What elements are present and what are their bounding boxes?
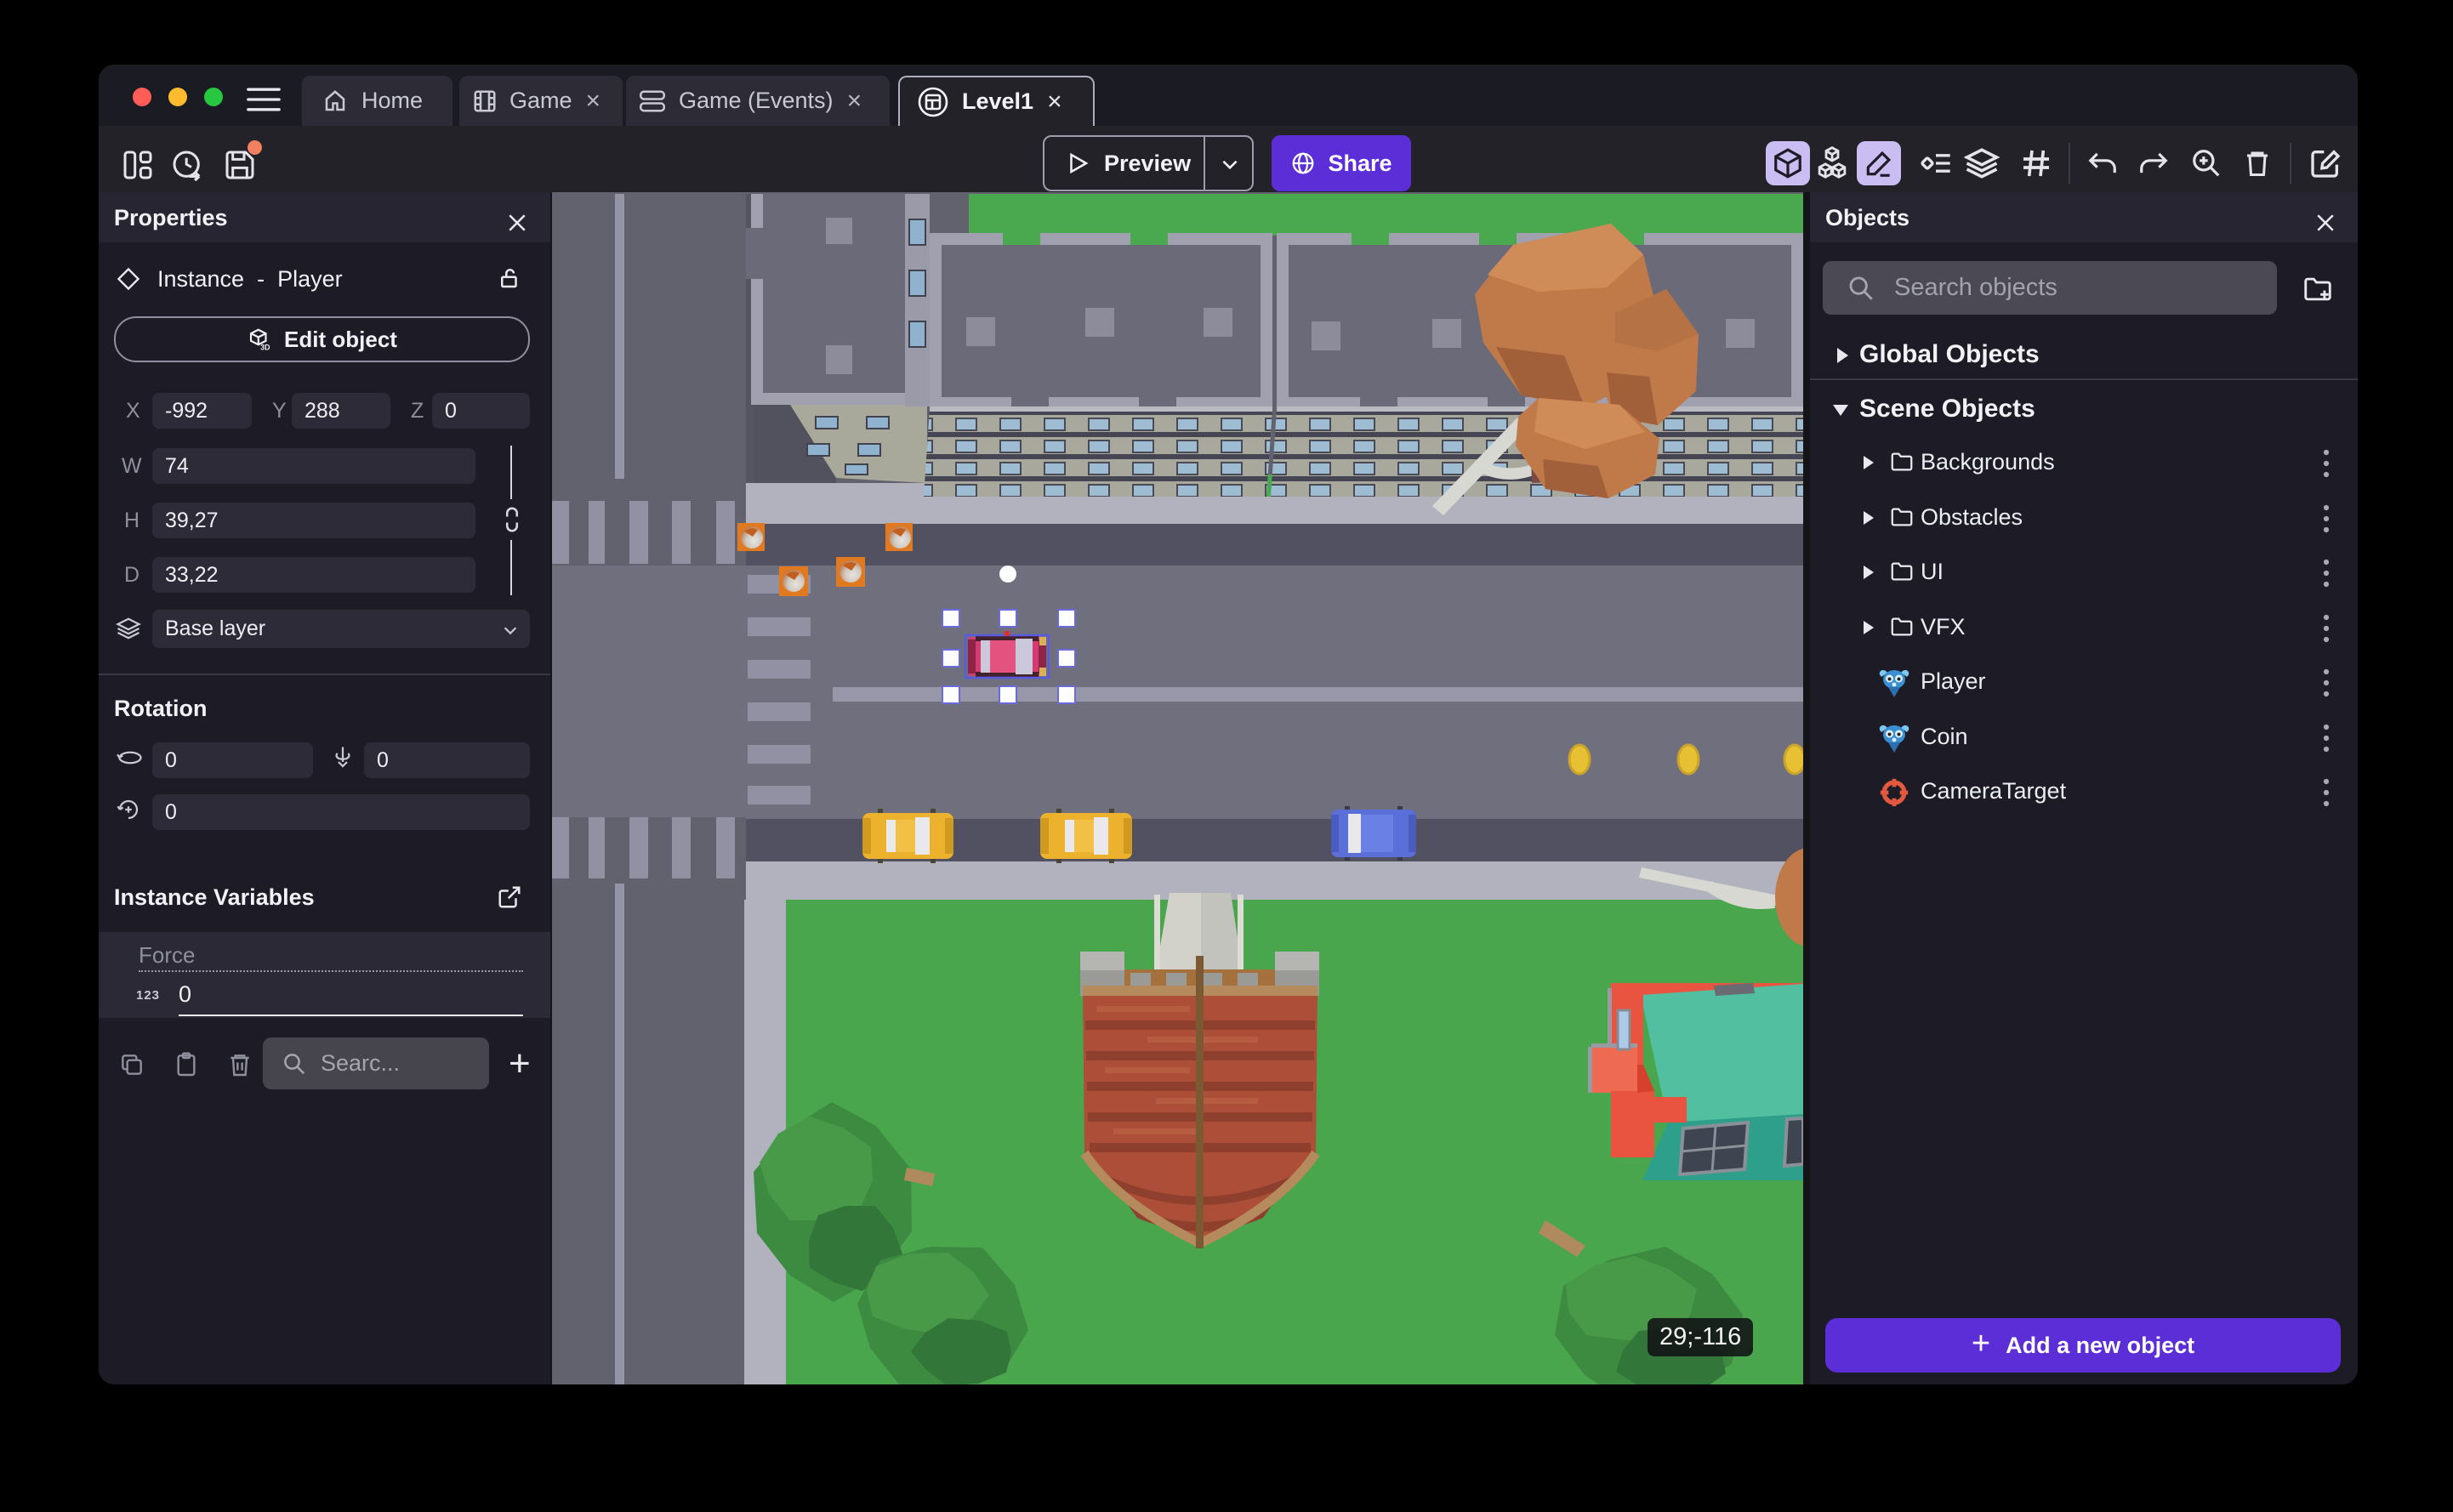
svg-text:3D: 3D [260,344,270,352]
